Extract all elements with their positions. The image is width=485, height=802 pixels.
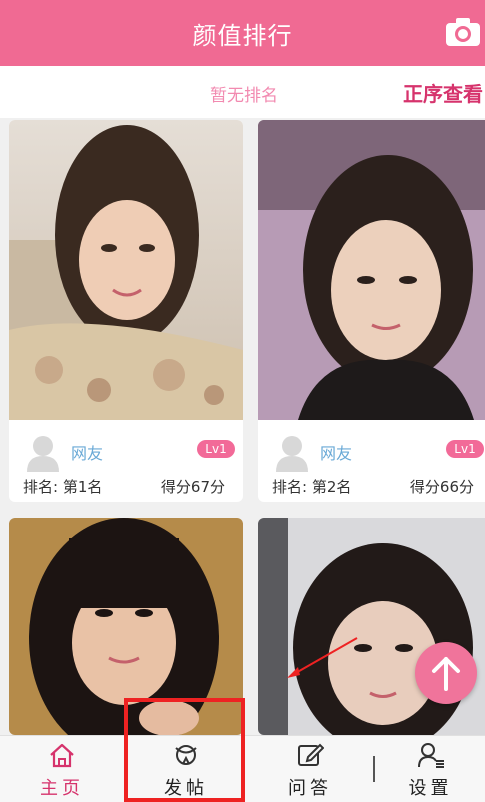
rank-text: 排名: 第2名 xyxy=(272,478,352,496)
app-header: 颜值排行 xyxy=(0,0,485,66)
order-toggle-link[interactable]: 正序查看 xyxy=(403,78,483,107)
rank-text: 排名: 第1名 xyxy=(23,478,103,496)
tab-label: 问答 xyxy=(288,778,332,799)
ranking-card[interactable]: 网友 Lv1 排名: 第1名 得分67分 xyxy=(9,120,243,502)
tab-settings[interactable]: 设置 xyxy=(376,736,485,802)
ranking-card[interactable]: 网友 Lv1 排名: 第2名 得分66分 xyxy=(258,120,485,502)
tab-home[interactable]: 主页 xyxy=(0,736,124,802)
tab-label: 主页 xyxy=(40,778,84,799)
tab-label: 设置 xyxy=(408,778,453,799)
card-footer: 网友 Lv1 排名: 第1名 得分67分 xyxy=(9,426,243,502)
user-photo[interactable] xyxy=(9,120,243,420)
edit-icon xyxy=(298,743,324,766)
user-name[interactable]: 网友 xyxy=(320,440,352,464)
avatar-icon xyxy=(27,436,59,472)
rank-status: 暂无排名 xyxy=(210,86,278,106)
tab-divider xyxy=(373,756,375,782)
annotation-highlight-box xyxy=(124,698,245,802)
user-photo[interactable] xyxy=(258,120,485,420)
level-badge: Lv1 xyxy=(197,440,235,458)
score-text: 得分66分 xyxy=(409,478,474,496)
level-badge: Lv1 xyxy=(446,440,484,458)
arrow-up-icon xyxy=(432,657,460,691)
home-icon xyxy=(50,743,74,768)
user-name[interactable]: 网友 xyxy=(71,440,103,464)
page-title: 颜值排行 xyxy=(192,22,293,50)
rank-subbar: 暂无排名 正序查看 xyxy=(0,66,485,118)
tab-qa[interactable]: 问答 xyxy=(248,736,372,802)
avatar-icon xyxy=(276,436,308,472)
scroll-top-button[interactable] xyxy=(415,642,477,704)
person-settings-icon xyxy=(417,743,444,768)
score-text: 得分67分 xyxy=(160,478,225,496)
camera-icon[interactable] xyxy=(444,16,482,48)
card-footer: 网友 Lv1 排名: 第2名 得分66分 xyxy=(258,426,485,502)
